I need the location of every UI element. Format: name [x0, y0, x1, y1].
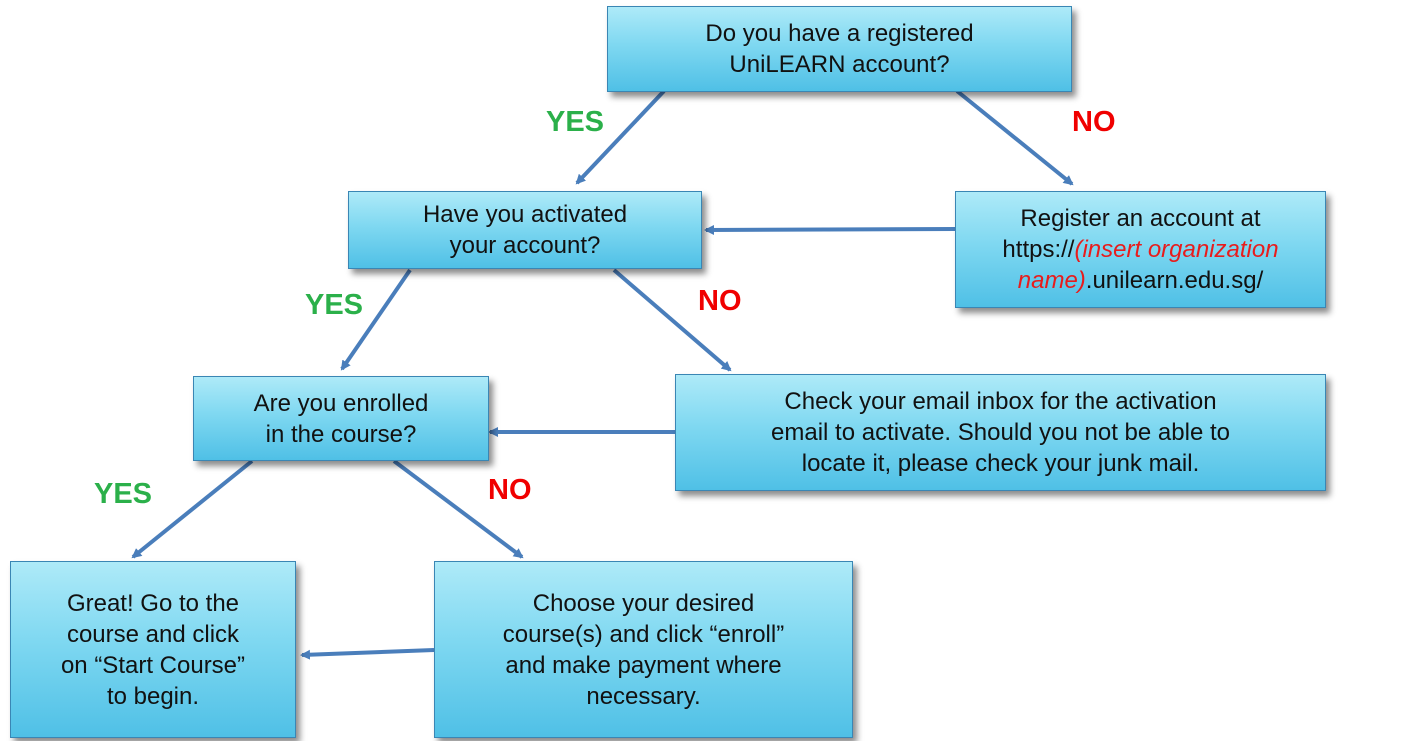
- start-course-box: Great! Go to the course and click on “St…: [10, 561, 296, 738]
- yes-label-enrolled: YES: [94, 478, 153, 510]
- no-label-activated: NO: [698, 285, 742, 317]
- check-email-box: Check your email inbox for the activatio…: [675, 374, 1326, 491]
- arrow-q1-no: [955, 89, 1074, 186]
- yes-label-activated: YES: [305, 289, 364, 321]
- arrow-enroll-to-start: [300, 648, 435, 660]
- register-account-box: Register an account at https://(insert o…: [955, 191, 1326, 308]
- yes-label-registered: YES: [546, 106, 605, 138]
- question-enrolled-course: Are you enrolled in the course?: [193, 376, 489, 461]
- enroll-course-box: Choose your desired course(s) and click …: [434, 561, 853, 738]
- no-label-registered: NO: [1072, 106, 1116, 138]
- no-label-enrolled: NO: [488, 474, 532, 506]
- question-registered-account: Do you have a registered UniLEARN accoun…: [607, 6, 1072, 92]
- question-activated-account: Have you activated your account?: [348, 191, 702, 269]
- arrow-register-to-q2: [704, 224, 956, 235]
